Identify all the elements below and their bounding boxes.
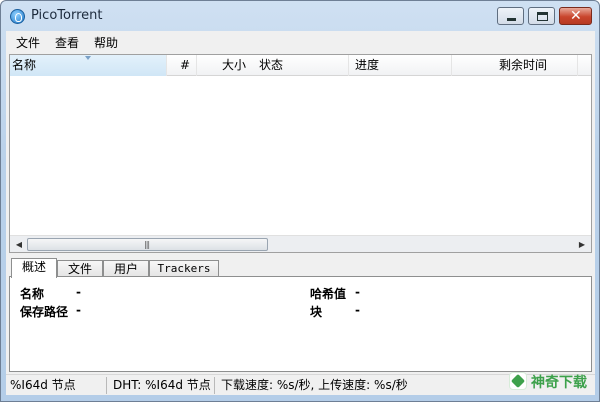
window-title: PicoTorrent xyxy=(31,8,103,23)
scroll-right-arrow-icon[interactable]: ▶ xyxy=(575,238,589,251)
overview-panel: 名称 - 保存路径 - 哈希值 - 块 - xyxy=(9,276,592,372)
column-header-remaining-time[interactable]: 剩余时间 xyxy=(452,55,578,76)
hash-value: - xyxy=(355,285,360,299)
name-value: - xyxy=(76,285,81,299)
menu-bar: 文件 查看 帮助 xyxy=(6,31,595,52)
tab-peers[interactable]: 用户 xyxy=(103,260,149,277)
details-tabs: 概述 文件 用户 Trackers xyxy=(9,258,592,278)
column-header-size[interactable]: 大小 xyxy=(197,55,252,76)
list-header: 名称 # 大小 状态 进度 剩余时间 xyxy=(10,55,591,76)
picotorrent-logo-icon xyxy=(10,9,25,24)
status-nodes: %I64d 节点 xyxy=(6,377,107,394)
horizontal-scrollbar[interactable]: ◀ ||| ▶ xyxy=(10,235,591,252)
status-bar: %I64d 节点 DHT: %I64d 节点 下载速度: %s/秒, 上传速度:… xyxy=(6,374,595,395)
tab-files[interactable]: 文件 xyxy=(57,260,103,277)
grip-icon: ||| xyxy=(144,240,150,249)
minimize-button[interactable] xyxy=(497,7,524,25)
maximize-icon xyxy=(537,12,548,21)
vertical-scrollbar[interactable] xyxy=(574,277,591,371)
column-header-filler xyxy=(578,55,591,76)
column-header-status[interactable]: 状态 xyxy=(257,55,349,76)
block-label: 块 xyxy=(310,305,323,319)
title-bar[interactable]: PicoTorrent ✕ xyxy=(1,1,599,31)
save-path-value: - xyxy=(76,303,81,317)
column-header-name[interactable]: 名称 xyxy=(10,55,167,76)
sort-indicator-icon xyxy=(85,56,91,60)
app-window: PicoTorrent ✕ 文件 查看 帮助 名称 # 大小 状态 进度 剩余时… xyxy=(0,0,600,402)
torrent-list[interactable]: 名称 # 大小 状态 进度 剩余时间 ◀ ||| ▶ xyxy=(9,54,592,253)
close-button[interactable]: ✕ xyxy=(559,7,592,25)
client-area: 名称 # 大小 状态 进度 剩余时间 ◀ ||| ▶ 概述 文件 用户 Trac… xyxy=(6,52,595,374)
status-dht: DHT: %I64d 节点 xyxy=(109,377,215,394)
column-name-label: 名称 xyxy=(12,58,37,72)
tab-overview[interactable]: 概述 xyxy=(11,258,57,278)
minimize-icon xyxy=(507,18,516,21)
scroll-left-arrow-icon[interactable]: ◀ xyxy=(12,238,26,251)
column-header-number[interactable]: # xyxy=(167,55,197,76)
column-header-progress[interactable]: 进度 xyxy=(349,55,452,76)
watermark-text: 神奇下载 xyxy=(531,375,587,391)
status-speed: 下载速度: %s/秒, 上传速度: %s/秒 xyxy=(221,378,407,392)
tab-trackers[interactable]: Trackers xyxy=(149,260,219,277)
menu-help[interactable]: 帮助 xyxy=(94,34,118,51)
menu-view[interactable]: 查看 xyxy=(55,34,79,51)
menu-file[interactable]: 文件 xyxy=(16,34,40,51)
name-label: 名称 xyxy=(20,287,45,301)
watermark-icon xyxy=(509,372,527,390)
save-path-label: 保存路径 xyxy=(20,305,69,319)
watermark-logo: 神奇下载 xyxy=(509,371,595,393)
block-value: - xyxy=(355,303,360,317)
close-icon: ✕ xyxy=(570,8,582,24)
maximize-button[interactable] xyxy=(528,7,555,25)
scrollbar-thumb[interactable]: ||| xyxy=(27,238,268,251)
hash-label: 哈希值 xyxy=(310,287,347,301)
